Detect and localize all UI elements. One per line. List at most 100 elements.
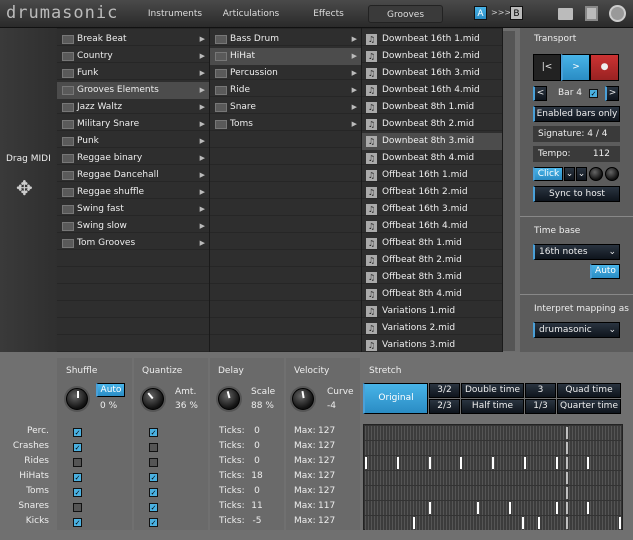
timebase-select[interactable]: 16th notes ⌄ [533, 244, 620, 260]
style-item[interactable]: Reggae binary ▶ [57, 150, 209, 167]
pattern-row[interactable] [365, 456, 621, 470]
pattern-row[interactable] [365, 426, 621, 440]
ticks-value[interactable]: 0 [250, 426, 264, 436]
pattern-row[interactable] [365, 516, 621, 530]
shuffle-checkbox[interactable] [73, 503, 82, 512]
folder-icon[interactable] [558, 8, 573, 20]
style-item[interactable]: Punk ▶ [57, 133, 209, 150]
tab-articulations[interactable]: Articulations [216, 5, 286, 23]
stretch-option-button[interactable]: Quarter time [557, 399, 621, 414]
style-item[interactable]: Military Snare ▶ [57, 116, 209, 133]
quantize-checkbox[interactable]: ✓ [149, 428, 158, 437]
file-item[interactable]: ♫ Downbeat 16th 4.mid [362, 82, 502, 99]
file-item[interactable]: ♫ Downbeat 8th 2.mid [362, 116, 502, 133]
rewind-button[interactable]: |< [533, 54, 561, 81]
quantize-checkbox[interactable]: ✓ [149, 488, 158, 497]
next-bar-button[interactable]: > [605, 86, 619, 101]
prev-bar-button[interactable]: < [533, 86, 547, 101]
timebase-auto-button[interactable]: Auto [590, 264, 620, 279]
shuffle-checkbox[interactable]: ✓ [73, 518, 82, 527]
ticks-value[interactable]: 0 [250, 456, 264, 466]
delay-knob[interactable] [218, 388, 240, 410]
mapping-select[interactable]: drumasonic ⌄ [533, 322, 620, 338]
click-dropdown-1[interactable]: ⌄ [564, 167, 575, 181]
tab-grooves[interactable]: Grooves [368, 5, 443, 23]
style-item[interactable]: Reggae shuffle ▶ [57, 184, 209, 201]
preset-b-button[interactable]: B [510, 6, 523, 20]
midi-icon[interactable] [609, 5, 626, 22]
style-item[interactable]: Funk ▶ [57, 65, 209, 82]
max-value[interactable]: 127 [318, 471, 335, 481]
style-item[interactable]: Swing fast ▶ [57, 201, 209, 218]
drag-move-icon[interactable]: ✥ [16, 176, 33, 200]
tempo-value[interactable]: 112 [593, 146, 610, 162]
shuffle-checkbox[interactable] [73, 458, 82, 467]
stretch-original-button[interactable]: Original [363, 383, 428, 414]
quantize-checkbox[interactable] [149, 458, 158, 467]
file-item[interactable]: ♫ Offbeat 8th 1.mid [362, 235, 502, 252]
velocity-knob[interactable] [292, 388, 314, 410]
max-value[interactable]: 127 [318, 441, 335, 451]
quantize-checkbox[interactable]: ✓ [149, 473, 158, 482]
max-value[interactable]: 127 [318, 486, 335, 496]
instrument-item[interactable]: Percussion ▶ [210, 65, 361, 82]
stretch-option-button[interactable]: 3/2 [429, 383, 460, 398]
max-value[interactable]: 127 [318, 456, 335, 466]
save-icon[interactable] [585, 6, 598, 21]
shuffle-checkbox[interactable]: ✓ [73, 443, 82, 452]
file-item[interactable]: ♫ Downbeat 8th 1.mid [362, 99, 502, 116]
file-item[interactable]: ♫ Offbeat 8th 3.mid [362, 269, 502, 286]
stretch-option-button[interactable]: 3 [525, 383, 556, 398]
record-button[interactable]: ● [590, 54, 619, 81]
file-item[interactable]: ♫ Offbeat 16th 1.mid [362, 167, 502, 184]
style-item[interactable]: Tom Grooves ▶ [57, 235, 209, 252]
quantize-checkbox[interactable] [149, 443, 158, 452]
stretch-option-button[interactable]: Half time [461, 399, 524, 414]
bar-enabled-checkbox[interactable]: ✓ [589, 89, 598, 98]
preset-a-button[interactable]: A [474, 6, 487, 20]
file-item[interactable]: ♫ Downbeat 8th 3.mid [362, 133, 502, 150]
instrument-item[interactable]: HiHat ▶ [210, 48, 361, 65]
click-dropdown-2[interactable]: ⌄ [576, 167, 587, 181]
file-item[interactable]: ♫ Offbeat 16th 4.mid [362, 218, 502, 235]
click-volume-knob[interactable] [589, 167, 603, 181]
style-item[interactable]: Break Beat ▶ [57, 31, 209, 48]
style-item[interactable]: Grooves Elements ▶ [57, 82, 209, 99]
max-value[interactable]: 127 [318, 516, 335, 526]
click-button[interactable]: Click [533, 167, 563, 181]
max-value[interactable]: 117 [318, 501, 335, 511]
shuffle-auto-button[interactable]: Auto [96, 383, 125, 397]
file-item[interactable]: ♫ Variations 2.mid [362, 320, 502, 337]
quantize-knob[interactable] [142, 388, 164, 410]
file-item[interactable]: ♫ Offbeat 8th 2.mid [362, 252, 502, 269]
pattern-grid[interactable] [363, 424, 623, 530]
enabled-bars-only-button[interactable]: Enabled bars only [533, 106, 620, 122]
instrument-item[interactable]: Bass Drum ▶ [210, 31, 361, 48]
file-item[interactable]: ♫ Offbeat 8th 4.mid [362, 286, 502, 303]
style-item[interactable]: Swing slow ▶ [57, 218, 209, 235]
file-item[interactable]: ♫ Downbeat 8th 4.mid [362, 150, 502, 167]
ticks-value[interactable]: 0 [250, 486, 264, 496]
ticks-value[interactable]: 0 [250, 441, 264, 451]
file-item[interactable]: ♫ Variations 1.mid [362, 303, 502, 320]
files-scrollbar[interactable] [503, 31, 515, 351]
style-item[interactable]: Reggae Dancehall ▶ [57, 167, 209, 184]
stretch-option-button[interactable]: 1/3 [525, 399, 556, 414]
shuffle-checkbox[interactable]: ✓ [73, 428, 82, 437]
quantize-checkbox[interactable]: ✓ [149, 503, 158, 512]
file-item[interactable]: ♫ Offbeat 16th 3.mid [362, 201, 502, 218]
shuffle-checkbox[interactable]: ✓ [73, 473, 82, 482]
max-value[interactable]: 127 [318, 426, 335, 436]
instrument-item[interactable]: Snare ▶ [210, 99, 361, 116]
stretch-option-button[interactable]: 2/3 [429, 399, 460, 414]
tab-effects[interactable]: Effects [296, 5, 361, 23]
click-pan-knob[interactable] [605, 167, 619, 181]
ticks-value[interactable]: 11 [250, 501, 264, 511]
pattern-row[interactable] [365, 486, 621, 500]
signature-field[interactable]: Signature: 4 / 4 [533, 126, 620, 142]
pattern-row[interactable] [365, 441, 621, 455]
sync-to-host-button[interactable]: Sync to host [533, 186, 620, 202]
pattern-row[interactable] [365, 501, 621, 515]
tab-instruments[interactable]: Instruments [140, 5, 210, 23]
stretch-option-button[interactable]: Double time [461, 383, 524, 398]
